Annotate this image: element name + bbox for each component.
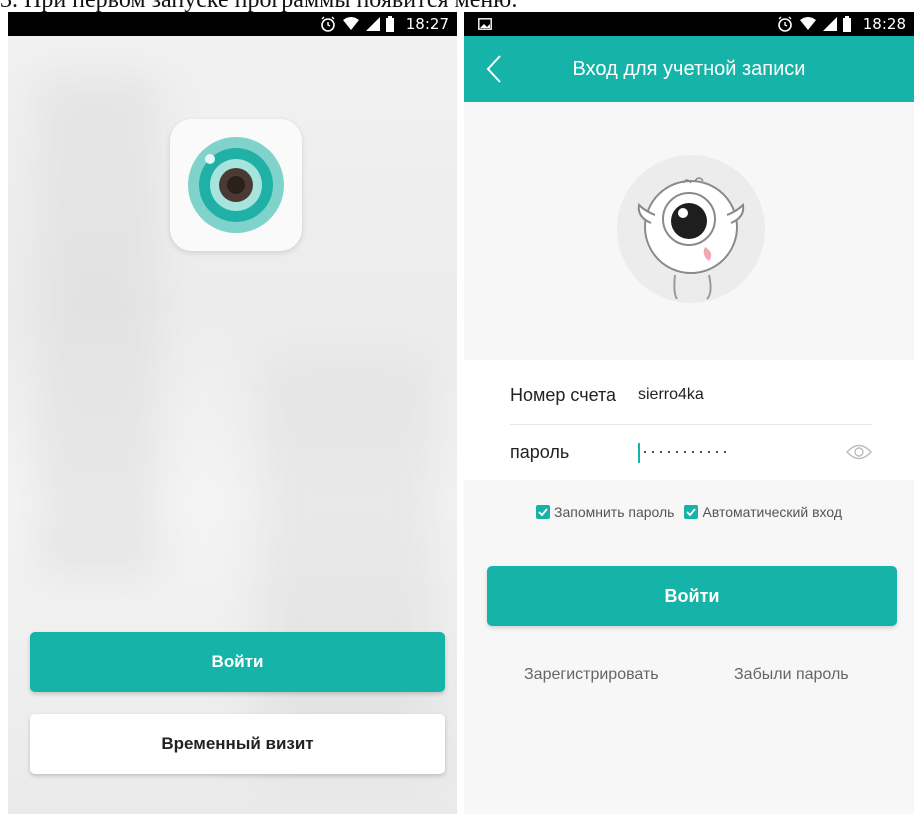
- app-camera-icon: [170, 119, 302, 251]
- signal-icon: [822, 17, 837, 31]
- guest-visit-button[interactable]: Временный визит: [30, 714, 445, 774]
- divider: [457, 36, 464, 814]
- remember-password-checkbox[interactable]: Запомнить пароль: [536, 504, 674, 520]
- status-bar-left: 18:27: [8, 12, 457, 36]
- signal-icon: [365, 17, 380, 31]
- login-submit-button[interactable]: Войти: [487, 566, 897, 626]
- nav-bar: Вход для учетной записи: [464, 36, 914, 102]
- alarm-icon: [777, 16, 793, 32]
- status-bar-right: 18:28: [464, 12, 914, 36]
- checkbox-icon: [684, 505, 699, 519]
- account-row: Номер счета sierro4ka: [510, 366, 872, 425]
- account-label: Номер счета: [510, 384, 617, 405]
- status-time: 18:28: [862, 15, 906, 33]
- battery-icon: [842, 16, 851, 32]
- register-link[interactable]: Зарегистрировать: [524, 666, 659, 684]
- wifi-icon: [799, 17, 817, 31]
- remember-password-label: Запомнить пароль: [554, 504, 675, 520]
- options-row: Запомнить пароль Автоматический вход: [464, 504, 914, 520]
- auto-login-checkbox[interactable]: Автоматический вход: [684, 504, 842, 520]
- status-time: 18:27: [405, 15, 449, 33]
- page-title: Вход для учетной записи: [572, 57, 806, 80]
- avatar-icon: [617, 155, 765, 303]
- alarm-icon: [320, 16, 336, 32]
- password-row: пароль ···········: [510, 423, 872, 481]
- eye-icon[interactable]: [846, 443, 872, 466]
- checkbox-icon: [536, 505, 550, 519]
- page-caption: 3. При первом запуске программы появится…: [0, 0, 914, 12]
- battery-icon: [385, 16, 394, 32]
- splash-screen: Войти Временный визит: [8, 36, 457, 814]
- account-input[interactable]: sierro4ka: [638, 386, 704, 404]
- password-label: пароль: [510, 441, 570, 462]
- back-arrow-icon[interactable]: [482, 54, 508, 84]
- wifi-icon: [342, 17, 360, 31]
- links-row: Зарегистрировать Забыли пароль: [464, 666, 914, 690]
- password-input[interactable]: ···········: [638, 441, 730, 463]
- image-icon: [478, 18, 492, 30]
- avatar-area: [464, 102, 914, 360]
- login-button[interactable]: Войти: [30, 632, 445, 692]
- login-screen: Вход для учетной записи Номер счета sier…: [464, 36, 914, 814]
- forgot-password-link[interactable]: Забыли пароль: [734, 666, 849, 684]
- auto-login-label: Автоматический вход: [702, 504, 842, 520]
- login-form: Номер счета sierro4ka пароль ···········: [464, 360, 914, 480]
